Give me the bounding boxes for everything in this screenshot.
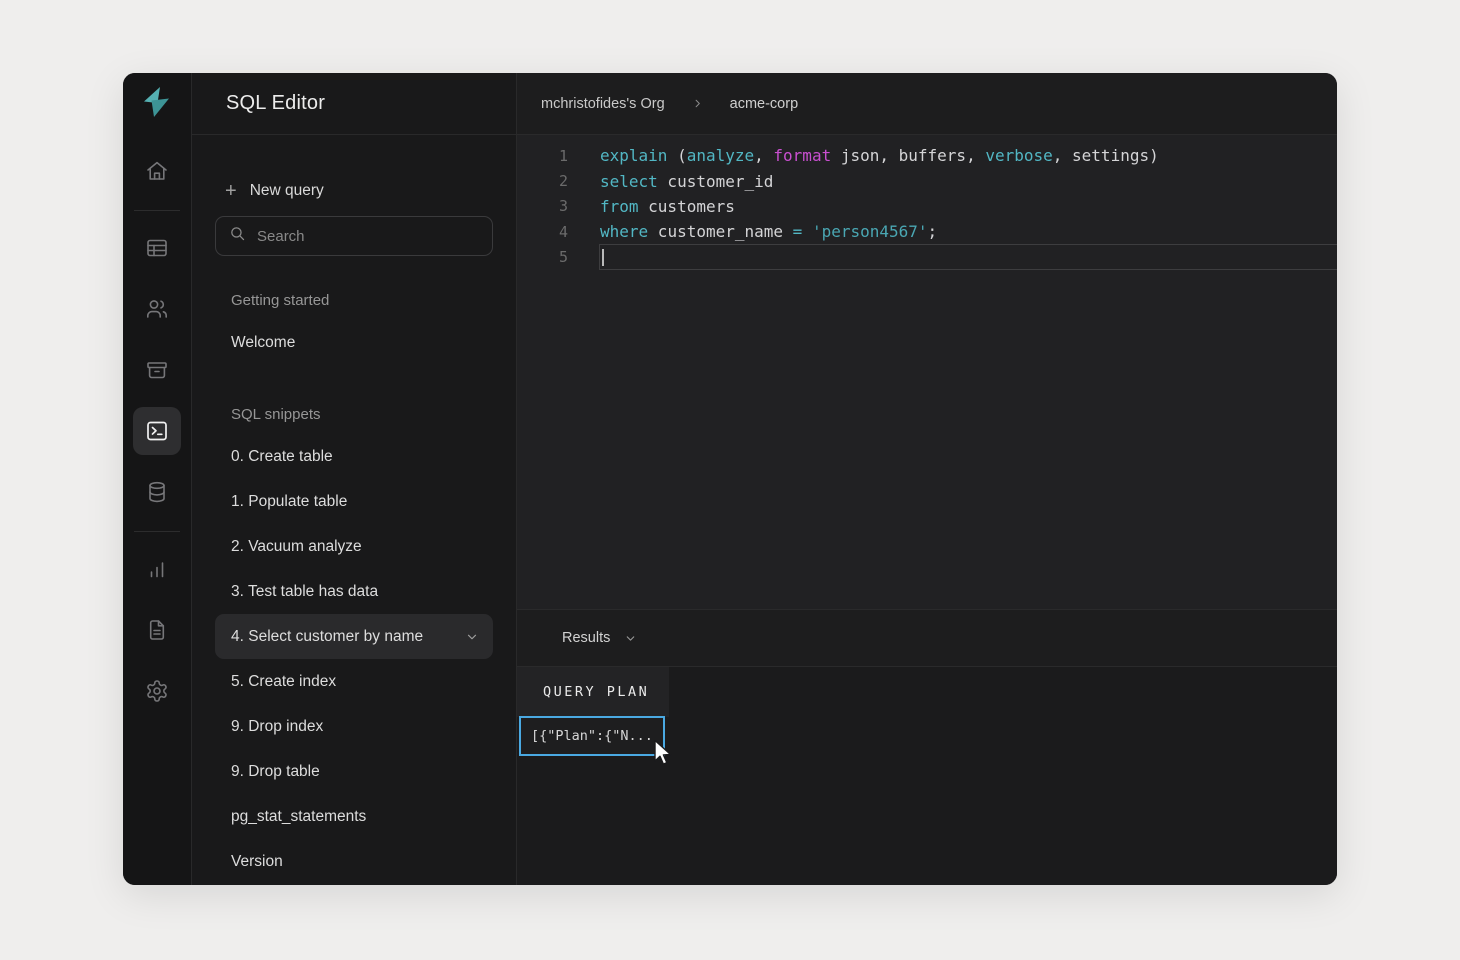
- app-logo[interactable]: [123, 73, 191, 135]
- snippet-item-drop-index[interactable]: 9. Drop index: [215, 704, 493, 749]
- nav-logs-button[interactable]: [133, 606, 181, 654]
- results-bar: Results: [517, 610, 1337, 667]
- snippet-item-label: pg_stat_statements: [231, 808, 366, 826]
- new-query-label: New query: [250, 182, 324, 200]
- query-plan-cell[interactable]: [{"Plan":{"N...: [519, 716, 665, 756]
- nav-monitoring-button[interactable]: [133, 545, 181, 593]
- line-number: 4: [517, 223, 568, 241]
- snippet-item-create-table[interactable]: 0. Create table: [215, 434, 493, 479]
- gear-icon: [145, 679, 169, 703]
- snippet-item-welcome[interactable]: Welcome: [215, 320, 493, 365]
- search-icon: [229, 225, 246, 247]
- snippet-item-vacuum-analyze[interactable]: 2. Vacuum analyze: [215, 524, 493, 569]
- search-input[interactable]: [257, 228, 479, 245]
- section-sql-snippets: SQL snippets: [215, 394, 493, 434]
- icon-rail: [123, 73, 192, 885]
- snippet-item-label: 4. Select customer by name: [231, 628, 423, 646]
- snippet-item-test-table-has-data[interactable]: 3. Test table has data: [215, 569, 493, 614]
- page-title: SQL Editor: [192, 73, 516, 135]
- snippet-item-label: 3. Test table has data: [231, 583, 378, 601]
- line-number: 2: [517, 172, 568, 190]
- snippet-item-label: 0. Create table: [231, 448, 333, 466]
- plus-icon: +: [225, 181, 237, 201]
- breadcrumb-project[interactable]: acme-corp: [730, 96, 799, 112]
- snippet-item-label: 9. Drop index: [231, 718, 323, 736]
- nav-database-button[interactable]: [133, 468, 181, 516]
- query-plan-column-header: QUERY PLAN: [517, 667, 669, 717]
- search-box: [215, 216, 493, 256]
- main-area: mchristofides's Org acme-corp 1 explain …: [517, 73, 1337, 885]
- snippet-item-pg-stat-statements[interactable]: pg_stat_statements: [215, 794, 493, 839]
- archive-icon: [145, 358, 169, 382]
- nav-sql-editor-button[interactable]: [133, 407, 181, 455]
- rail-divider: [134, 210, 180, 211]
- query-sidebar: SQL Editor + New query Getting started W…: [192, 73, 517, 885]
- snippet-item-create-index[interactable]: 5. Create index: [215, 659, 493, 704]
- new-query-button[interactable]: + New query: [215, 181, 493, 201]
- home-icon: [145, 159, 169, 183]
- chevron-down-icon[interactable]: [465, 630, 479, 644]
- line-number: 5: [517, 248, 568, 266]
- line-number: 3: [517, 197, 568, 215]
- current-line-highlight: [599, 244, 1337, 270]
- snippet-item-select-customer-by-name[interactable]: 4. Select customer by name: [215, 614, 493, 659]
- query-sidebar-body: + New query Getting started Welcome SQL …: [192, 135, 516, 884]
- bar-chart-icon: [145, 557, 169, 581]
- bolt-logo-icon: [139, 84, 175, 125]
- users-icon: [145, 297, 169, 321]
- database-icon: [145, 480, 169, 504]
- snippet-item-label: 5. Create index: [231, 673, 336, 691]
- nav-users-button[interactable]: [133, 285, 181, 333]
- code-line-3: 3 from customers: [517, 194, 1337, 219]
- chevron-right-icon: [692, 98, 703, 109]
- text-caret: [602, 249, 604, 266]
- nav-settings-button[interactable]: [133, 667, 181, 715]
- code-line-4: 4 where customer_name = 'person4567';: [517, 219, 1337, 244]
- nav-storage-button[interactable]: [133, 346, 181, 394]
- table-icon: [145, 236, 169, 260]
- snippet-item-label: Welcome: [231, 334, 295, 352]
- sql-code-editor[interactable]: 1 explain (analyze, format json, buffers…: [517, 135, 1337, 610]
- snippet-item-label: 1. Populate table: [231, 493, 347, 511]
- section-getting-started: Getting started: [215, 280, 493, 320]
- breadcrumb-org[interactable]: mchristofides's Org: [541, 96, 665, 112]
- nav-tables-button[interactable]: [133, 224, 181, 272]
- line-number: 1: [517, 147, 568, 165]
- chevron-down-icon[interactable]: [624, 632, 637, 645]
- snippet-item-label: 2. Vacuum analyze: [231, 538, 362, 556]
- app-window: SQL Editor + New query Getting started W…: [123, 73, 1337, 885]
- nav-home-button[interactable]: [133, 147, 181, 195]
- snippet-item-populate-table[interactable]: 1. Populate table: [215, 479, 493, 524]
- snippet-item-drop-table[interactable]: 9. Drop table: [215, 749, 493, 794]
- results-table: QUERY PLAN [{"Plan":{"N...: [517, 667, 1337, 885]
- file-text-icon: [145, 618, 169, 642]
- terminal-icon: [145, 419, 169, 443]
- results-label: Results: [562, 630, 610, 646]
- snippet-item-version[interactable]: Version: [215, 839, 493, 884]
- code-line-2: 2 select customer_id: [517, 168, 1337, 193]
- breadcrumb: mchristofides's Org acme-corp: [517, 73, 1337, 135]
- snippet-item-label: 9. Drop table: [231, 763, 320, 781]
- snippet-item-label: Version: [231, 853, 283, 871]
- rail-divider: [134, 531, 180, 532]
- code-line-1: 1 explain (analyze, format json, buffers…: [517, 143, 1337, 168]
